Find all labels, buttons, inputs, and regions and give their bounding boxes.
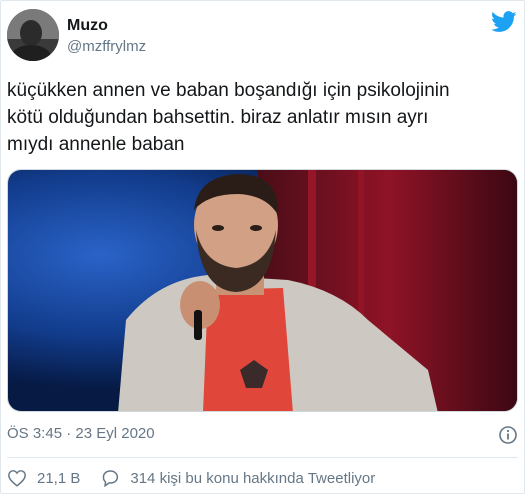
tweet-actions: 21,1 B 314 kişi bu konu hakkında Tweetli… (7, 467, 395, 489)
tweet-card: Muzo @mzffrylmz küçükken annen ve baban … (0, 0, 525, 494)
tweet-text: küçükken annen ve baban boşandığı için p… (7, 77, 517, 158)
conversation-button[interactable]: 314 kişi bu konu hakkında Tweetliyor (100, 469, 375, 487)
speech-bubble-icon (103, 470, 119, 487)
tweet-media-photo[interactable] (7, 169, 518, 412)
tweet-timestamp[interactable]: ÖS 3:45 · 23 Eyl 2020 (7, 425, 155, 442)
tweet-text-line: mıydı annenle baban (7, 134, 185, 155)
like-button[interactable]: 21,1 B (7, 469, 80, 487)
twitter-bird-icon[interactable] (491, 11, 517, 33)
conversation-label: 314 kişi bu konu hakkında Tweetliyor (130, 469, 376, 487)
info-icon[interactable] (498, 425, 518, 445)
author-handle[interactable]: @mzffrylmz (67, 38, 146, 55)
author-name[interactable]: Muzo (67, 17, 108, 35)
heart-icon (8, 470, 26, 487)
avatar[interactable] (7, 9, 59, 61)
divider (7, 457, 518, 458)
tweet-text-line: küçükken annen ve baban boşandığı için p… (7, 80, 450, 101)
tweet-text-line: kötü olduğundan bahsettin. biraz anlatır… (7, 107, 429, 128)
like-count: 21,1 B (37, 469, 81, 487)
